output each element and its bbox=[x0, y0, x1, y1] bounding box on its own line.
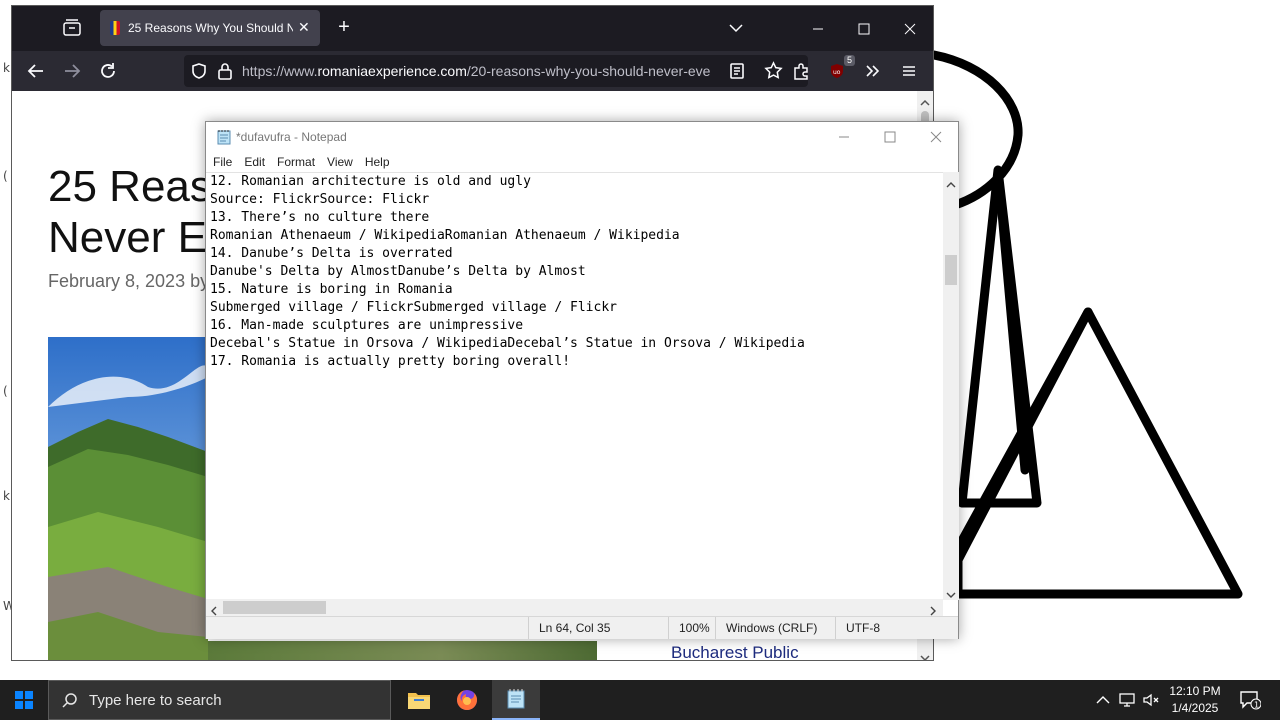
volume-muted-icon[interactable] bbox=[1141, 690, 1161, 710]
notepad-menubar: File Edit Format View Help bbox=[206, 152, 958, 172]
url-text[interactable]: https://www.romaniaexperience.com/20-rea… bbox=[242, 63, 716, 79]
search-icon bbox=[61, 692, 79, 715]
svg-text:(: ( bbox=[3, 169, 8, 183]
extensions-icon[interactable] bbox=[787, 57, 815, 85]
notepad-vertical-scrollbar[interactable] bbox=[943, 172, 959, 600]
clock-date: 1/4/2025 bbox=[1171, 701, 1219, 715]
tracking-protection-icon[interactable] bbox=[190, 62, 208, 85]
notepad-titlebar[interactable]: *dufavufra - Notepad bbox=[206, 122, 958, 152]
line-ending: Windows (CRLF) bbox=[715, 617, 817, 639]
text-line: 12. Romanian architecture is old and ugl… bbox=[210, 174, 531, 189]
hamburger-menu-icon[interactable] bbox=[895, 57, 923, 85]
search-placeholder: Type here to search bbox=[89, 692, 222, 709]
svg-text:(: ( bbox=[3, 384, 8, 398]
menu-file[interactable]: File bbox=[213, 152, 238, 172]
url-bar[interactable]: https://www.romaniaexperience.com/20-rea… bbox=[184, 55, 808, 87]
notepad-statusbar: Ln 64, Col 35 100% Windows (CRLF) UTF-8 bbox=[206, 616, 958, 639]
svg-text:k: k bbox=[3, 489, 10, 503]
text-line: 14. Danube’s Delta is overrated bbox=[210, 246, 453, 261]
notepad-taskbar-icon[interactable] bbox=[492, 680, 540, 720]
notepad-close-button[interactable] bbox=[913, 122, 959, 152]
overflow-chevrons-icon[interactable] bbox=[859, 57, 887, 85]
text-line: Decebal's Statue in Orsova / WikipediaDe… bbox=[210, 336, 805, 351]
notepad-horizontal-scrollbar[interactable] bbox=[206, 599, 943, 616]
scroll-up-icon[interactable] bbox=[946, 176, 956, 194]
text-line: Danube's Delta by AlmostDanube’s Delta b… bbox=[210, 264, 586, 279]
bookmark-star-icon[interactable] bbox=[764, 61, 783, 85]
network-icon[interactable] bbox=[1117, 690, 1137, 710]
extension-badge: 5 bbox=[844, 55, 856, 66]
hero-image-strip bbox=[208, 641, 597, 660]
menu-edit[interactable]: Edit bbox=[244, 152, 271, 172]
notepad-window: *dufavufra - Notepad File Edit Format Vi… bbox=[205, 121, 959, 639]
minimize-button[interactable] bbox=[795, 6, 841, 51]
text-line: 13. There’s no culture there bbox=[210, 210, 430, 225]
svg-text:k: k bbox=[3, 61, 10, 75]
notepad-text-area[interactable]: 12. Romanian architecture is old and ugl… bbox=[206, 172, 943, 600]
menu-view[interactable]: View bbox=[327, 152, 359, 172]
taskbar-search-box[interactable]: Type here to search bbox=[48, 680, 391, 720]
show-hidden-icons-chevron-icon[interactable] bbox=[1093, 690, 1113, 710]
notepad-horizontal-thumb[interactable] bbox=[223, 601, 326, 614]
new-tab-button[interactable]: + bbox=[332, 16, 356, 40]
scroll-down-icon[interactable] bbox=[920, 649, 930, 660]
article-title[interactable]: 25 Reaso Never EV bbox=[48, 161, 208, 263]
notepad-vertical-thumb[interactable] bbox=[945, 255, 957, 285]
notepad-title: *dufavufra - Notepad bbox=[236, 130, 347, 144]
tab-bar: 25 Reasons Why You Should Ne ✕ + bbox=[12, 6, 933, 51]
reader-view-icon[interactable] bbox=[729, 62, 745, 85]
article-date: February 8, 2023 by bbox=[48, 271, 210, 291]
tab-title: 25 Reasons Why You Should Ne bbox=[128, 21, 293, 35]
encoding: UTF-8 bbox=[835, 617, 880, 639]
text-line: Submerged village / FlickrSubmerged vill… bbox=[210, 300, 617, 315]
text-line: Romanian Athenaeum / WikipediaRomanian A… bbox=[210, 228, 680, 243]
maximize-button[interactable] bbox=[841, 6, 887, 51]
forward-icon[interactable] bbox=[58, 57, 86, 85]
text-line: 16. Man-made sculptures are unimpressive bbox=[210, 318, 524, 333]
back-icon[interactable] bbox=[22, 57, 50, 85]
nav-bar: https://www.romaniaexperience.com/20-rea… bbox=[12, 51, 933, 91]
chevron-down-icon[interactable] bbox=[726, 18, 746, 38]
reload-icon[interactable] bbox=[94, 57, 122, 85]
text-line: Source: FlickrSource: Flickr bbox=[210, 192, 430, 207]
notification-center-icon[interactable]: 1 bbox=[1238, 690, 1262, 710]
zoom-level: 100% bbox=[668, 617, 710, 639]
close-button[interactable] bbox=[887, 6, 933, 51]
lock-icon[interactable] bbox=[217, 62, 233, 85]
menu-help[interactable]: Help bbox=[365, 152, 396, 172]
notepad-maximize-button[interactable] bbox=[867, 122, 913, 152]
tab-active[interactable]: 25 Reasons Why You Should Ne ✕ bbox=[100, 10, 320, 46]
cursor-position: Ln 64, Col 35 bbox=[528, 617, 610, 639]
taskbar: Type here to search 12:10 PM 1/4/2025 1 bbox=[0, 680, 1280, 720]
text-line: 17. Romania is actually pretty boring ov… bbox=[210, 354, 571, 369]
sidebar-link[interactable]: Bucharest Public bbox=[671, 643, 799, 660]
scroll-up-icon[interactable] bbox=[920, 94, 930, 112]
file-explorer-icon[interactable] bbox=[395, 680, 443, 720]
clock-time: 12:10 PM bbox=[1169, 684, 1221, 698]
notification-count: 1 bbox=[1254, 701, 1259, 710]
notepad-minimize-button[interactable] bbox=[821, 122, 867, 152]
close-tab-icon[interactable]: ✕ bbox=[298, 20, 312, 34]
firefox-taskbar-icon[interactable] bbox=[443, 680, 491, 720]
svg-text:uo: uo bbox=[833, 69, 841, 76]
text-line: 15. Nature is boring in Romania bbox=[210, 282, 453, 297]
scroll-down-icon[interactable] bbox=[946, 586, 956, 604]
menu-format[interactable]: Format bbox=[277, 152, 321, 172]
windows-start-icon[interactable] bbox=[0, 680, 48, 720]
tab-manager-icon[interactable] bbox=[60, 16, 84, 40]
taskbar-clock[interactable]: 12:10 PM 1/4/2025 bbox=[1166, 683, 1224, 717]
site-favicon-icon bbox=[110, 21, 120, 35]
notepad-icon bbox=[216, 129, 232, 145]
hero-image bbox=[48, 337, 208, 660]
